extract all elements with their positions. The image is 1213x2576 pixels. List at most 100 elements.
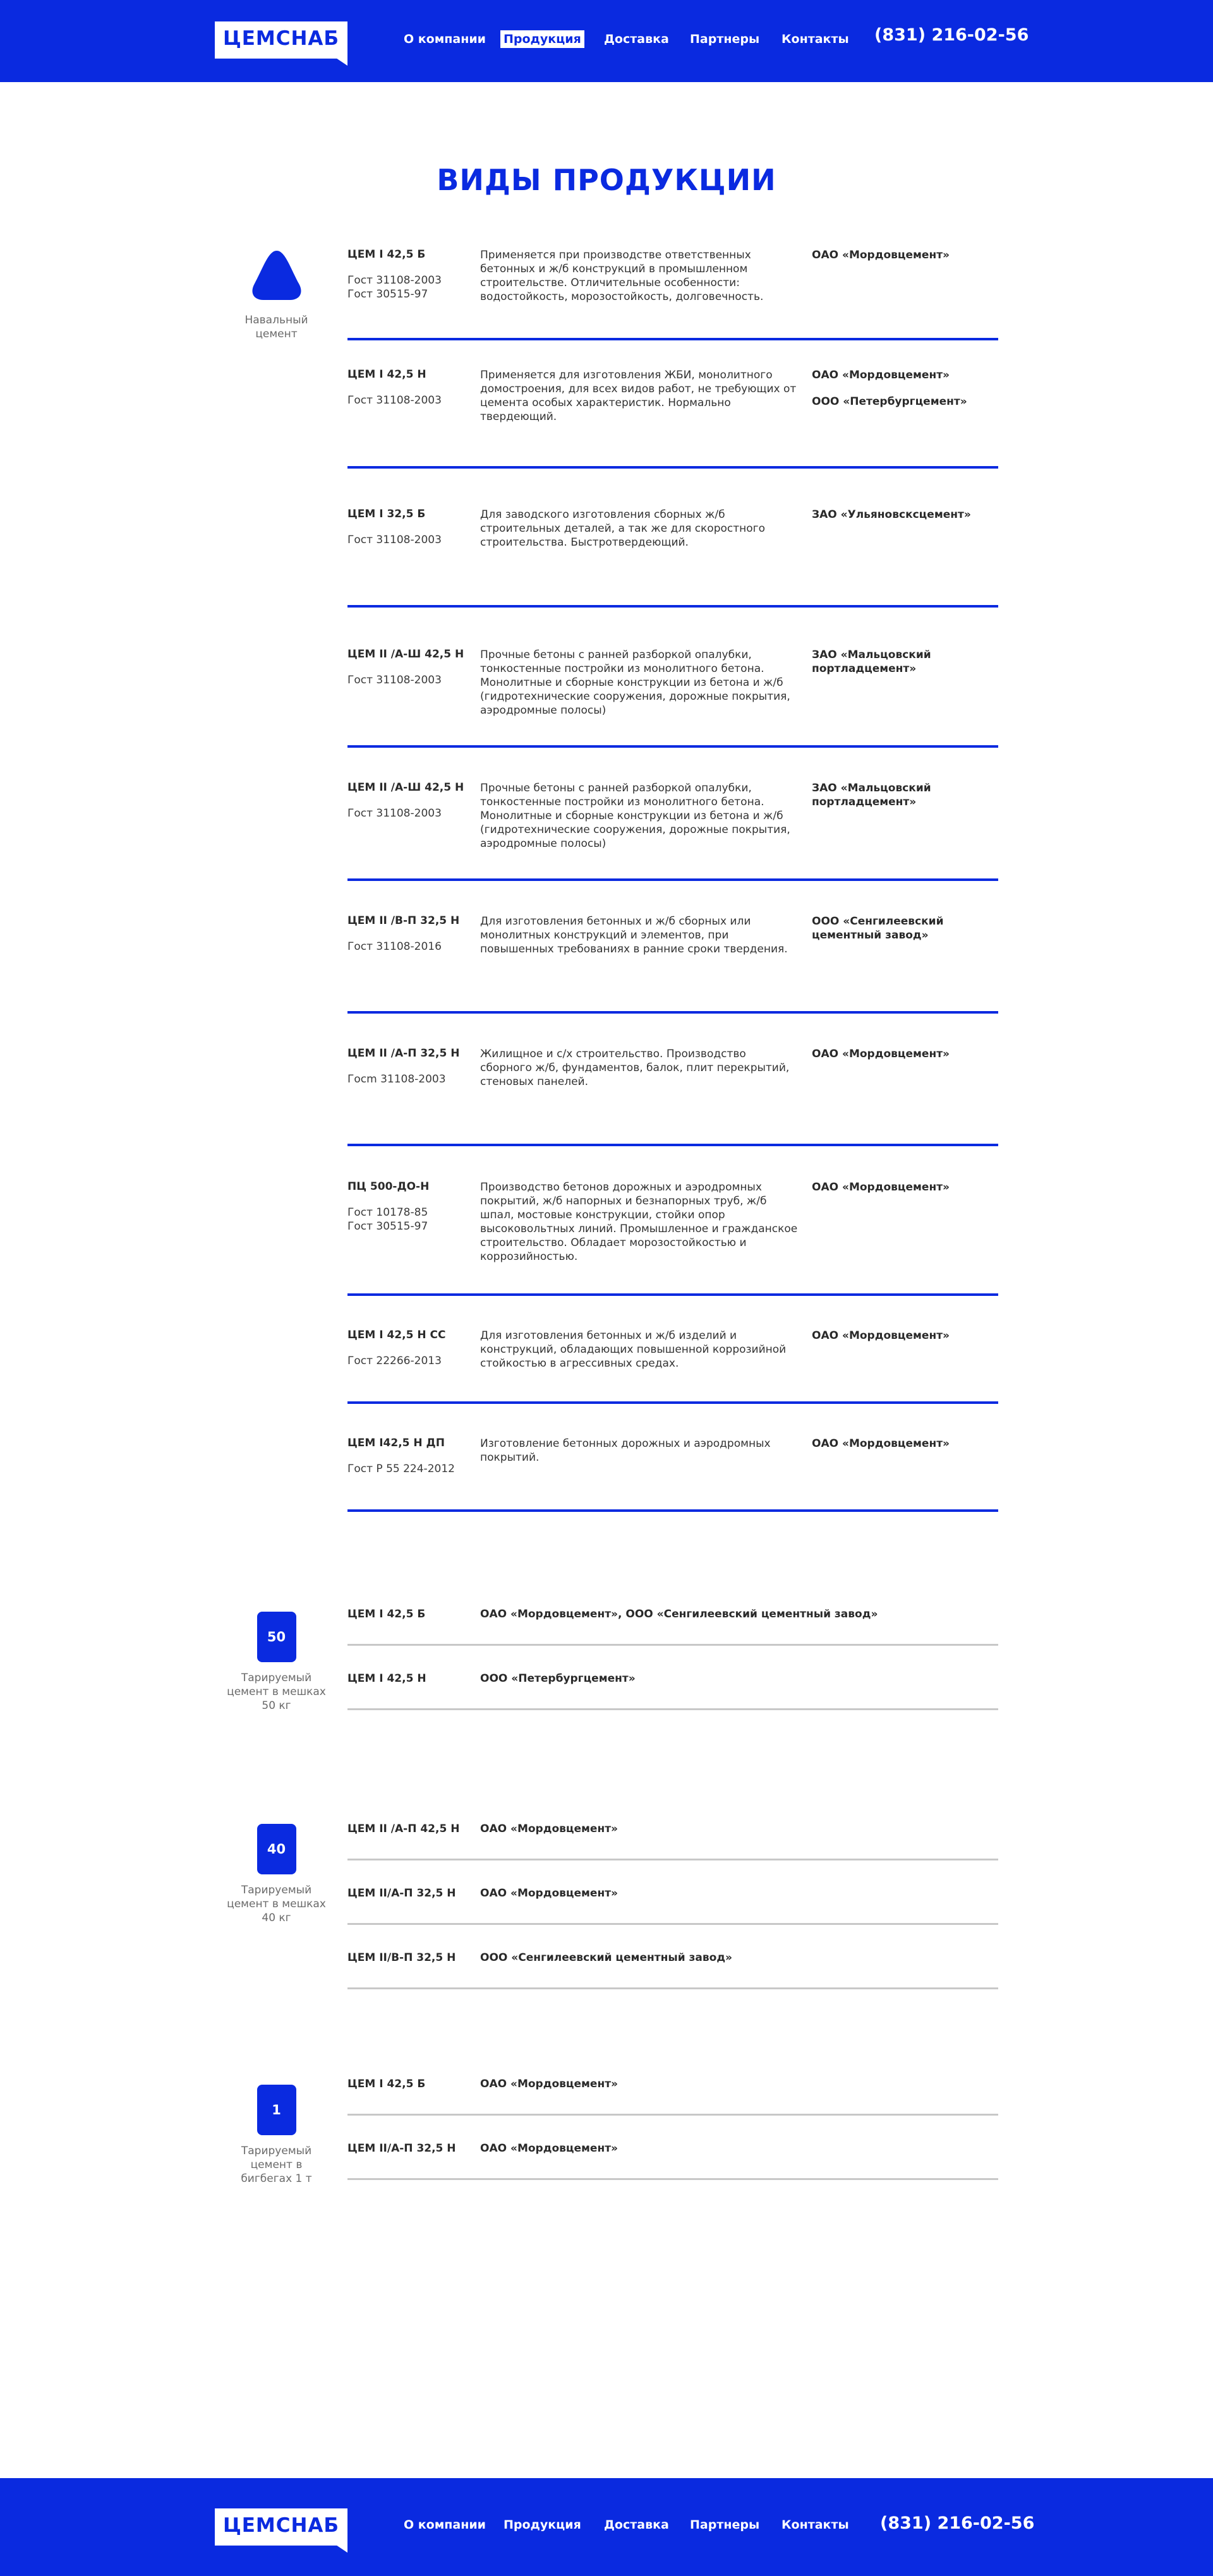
page-title: ВИДЫ ПРОДУКЦИИ bbox=[437, 163, 776, 197]
product-description: Жилищное и с/х строительство. Производст… bbox=[480, 1048, 790, 1088]
category-label: Тарируемый цемент в мешках 40 кг bbox=[227, 1884, 326, 1924]
footer-nav-item-contacts[interactable]: Контакты bbox=[778, 2516, 852, 2534]
logo[interactable]: ЦЕМСНАБ bbox=[215, 2508, 347, 2553]
row-divider bbox=[347, 1144, 998, 1146]
cement-pile-icon bbox=[251, 251, 301, 300]
product-name: ЦЕМ II /А-Ш 42,5 Н bbox=[347, 648, 464, 661]
footer-nav-item-delivery[interactable]: Доставка bbox=[601, 2516, 672, 2534]
footer-nav-item-partners[interactable]: Партнеры bbox=[687, 2516, 763, 2534]
product-description: Для изготовления бетонных и ж/б изделий … bbox=[480, 1329, 787, 1370]
product-manufacturer: ОАО «Мордовцемент» bbox=[812, 369, 950, 381]
badge-1t: 1 bbox=[256, 2085, 296, 2135]
product-name: ЦЕМ I 42,5 Н bbox=[347, 1672, 426, 1685]
packaged-row: ЦЕМ I 42,5 Б ОАО «Мордовцемент» bbox=[347, 2078, 998, 2141]
product-manufacturer: ОАО «Мордовцемент» bbox=[480, 1887, 619, 1900]
product-manufacturer: ООО «Сенгилеевский цементный завод» bbox=[812, 915, 944, 942]
footer-nav-item-about[interactable]: О компании bbox=[401, 2516, 489, 2534]
row-divider bbox=[347, 1509, 998, 1512]
row-divider bbox=[347, 878, 998, 881]
nav-item-about[interactable]: О компании bbox=[401, 30, 489, 48]
row-divider bbox=[347, 1987, 998, 1989]
product-manufacturer: ЗАО «Мальцовский портладцемент» bbox=[812, 782, 931, 808]
product-name: ЦЕМ II /В-П 32,5 Н bbox=[347, 914, 460, 927]
product-description: Применяется для изготовления ЖБИ, моноли… bbox=[480, 369, 797, 423]
product-name: ЦЕМ II /А-П 42,5 Н bbox=[347, 1823, 460, 1835]
category-bags-40: 40 Тарируемый цемент в мешках 40 кг bbox=[224, 1824, 329, 1925]
row-divider bbox=[347, 1011, 998, 1014]
product-name: ЦЕМ I42,5 Н ДП bbox=[347, 1437, 445, 1449]
product-manufacturer: ООО «Петербургцемент» bbox=[480, 1672, 636, 1685]
phone-link[interactable]: (831) 216-02-56 bbox=[874, 25, 1029, 45]
product-description: Прочные бетоны с ранней разборкой опалуб… bbox=[480, 782, 790, 850]
product-standard: Гост 10178-85 Гост 30515-97 bbox=[347, 1206, 428, 1233]
footer-nav-item-products[interactable]: Продукция bbox=[500, 2516, 584, 2534]
product-standard: Гост 31108-2003 bbox=[347, 807, 442, 820]
row-divider bbox=[347, 1401, 998, 1404]
product-standard: Гост 31108-2003 Гост 30515-97 bbox=[347, 274, 442, 301]
category-label: Тарируемый цемент в бигбегах 1 т bbox=[241, 2145, 312, 2185]
row-divider bbox=[347, 2114, 998, 2116]
category-label: Тарируемый цемент в мешках 50 кг bbox=[227, 1672, 326, 1712]
product-manufacturer: ОАО «Мордовцемент» bbox=[812, 1181, 950, 1194]
product-name: ЦЕМ I 42,5 Н bbox=[347, 368, 426, 381]
product-standard: Гост 22266-2013 bbox=[347, 1355, 442, 1367]
category-label: Навальный цемент bbox=[244, 314, 308, 340]
footer-phone-link[interactable]: (831) 216-02-56 bbox=[880, 2513, 1034, 2533]
product-manufacturer: ОАО «Мордовцемент» bbox=[812, 1437, 950, 1450]
product-manufacturer: ООО «Петербургцемент» bbox=[812, 395, 967, 408]
site-header: ЦЕМСНАБ О компании Продукция Доставка Па… bbox=[0, 0, 1213, 82]
packaged-row: ЦЕМ II/А-П 32,5 Н ОАО «Мордовцемент» bbox=[347, 2142, 998, 2205]
product-description: Для заводского изготовления сборных ж/б … bbox=[480, 508, 765, 549]
row-divider bbox=[347, 338, 998, 340]
product-name: ЦЕМ I 42,5 Б bbox=[347, 248, 426, 261]
product-standard: Гост 31108-2016 bbox=[347, 940, 442, 953]
packaged-row: ЦЕМ I 42,5 Н ООО «Петербургцемент» bbox=[347, 1672, 998, 1735]
product-description: Применяется при производстве ответственн… bbox=[480, 249, 764, 303]
product-manufacturer: ОАО «Мордовцемент» bbox=[812, 1329, 950, 1342]
product-manufacturer: ОАО «Мордовцемент» bbox=[480, 1823, 619, 1835]
product-description: Изготовление бетонных дорожных и аэродро… bbox=[480, 1437, 771, 1464]
product-name: ЦЕМ I 42,5 Н СС bbox=[347, 1329, 446, 1341]
product-name: ЦЕМ I 42,5 Б bbox=[347, 2078, 426, 2090]
row-divider bbox=[347, 1293, 998, 1296]
product-name: ЦЕМ II/А-П 32,5 Н bbox=[347, 2142, 456, 2155]
category-bags-50: 50 Тарируемый цемент в мешках 50 кг bbox=[224, 1612, 329, 1713]
nav-item-partners[interactable]: Партнеры bbox=[687, 30, 763, 48]
product-description: Прочные бетоны с ранней разборкой опалуб… bbox=[480, 649, 790, 717]
logo-text: ЦЕМСНАБ bbox=[222, 2514, 340, 2537]
product-name: ПЦ 500-ДО-Н bbox=[347, 1180, 430, 1193]
product-name: ЦЕМ I 32,5 Б bbox=[347, 508, 426, 520]
product-manufacturer: ОАО «Мордовцемент» bbox=[480, 2142, 619, 2155]
product-name: ЦЕМ II /А-П 32,5 Н bbox=[347, 1047, 460, 1060]
product-standard: Гост Р 55 224-2012 bbox=[347, 1463, 455, 1475]
product-name: ЦЕМ II /А-Ш 42,5 Н bbox=[347, 781, 464, 794]
nav-item-products[interactable]: Продукция bbox=[500, 30, 584, 48]
row-divider bbox=[347, 1859, 998, 1860]
nav-item-delivery[interactable]: Доставка bbox=[601, 30, 672, 48]
category-bulk: Навальный цемент bbox=[224, 249, 329, 341]
packaged-row: ЦЕМ II/А-П 32,5 Н ОАО «Мордовцемент» bbox=[347, 1887, 998, 1950]
product-standard: Гост 31108-2003 bbox=[347, 394, 442, 407]
logo[interactable]: ЦЕМСНАБ bbox=[215, 21, 347, 66]
product-standard: Госm 31108-2003 bbox=[347, 1073, 446, 1086]
badge-50kg: 50 bbox=[256, 1612, 296, 1662]
row-divider bbox=[347, 1708, 998, 1710]
product-standard: Гост 31108-2003 bbox=[347, 674, 442, 686]
product-manufacturer: ОАО «Мордовцемент» bbox=[812, 1048, 950, 1060]
row-divider bbox=[347, 1923, 998, 1925]
product-description: Производство бетонов дорожных и аэродром… bbox=[480, 1181, 798, 1263]
product-standard: Гост 31108-2003 bbox=[347, 534, 442, 546]
packaged-row: ЦЕМ II/В-П 32,5 Н ООО «Сенгилеевский цеме… bbox=[347, 1951, 998, 2015]
product-manufacturer: ОАО «Мордовцемент» bbox=[812, 249, 950, 261]
packaged-row: ЦЕМ I 42,5 Б ОАО «Мордовцемент», ООО «Сен… bbox=[347, 1608, 998, 1671]
product-manufacturer: ЗАО «Ульяновсксцемент» bbox=[812, 508, 971, 521]
product-name: ЦЕМ II/В-П 32,5 Н bbox=[347, 1951, 456, 1964]
product-name: ЦЕМ II/А-П 32,5 Н bbox=[347, 1887, 456, 1900]
nav-item-contacts[interactable]: Контакты bbox=[778, 30, 852, 48]
row-divider bbox=[347, 2178, 998, 2180]
product-manufacturer: ООО «Сенгилеевский цементный завод» bbox=[480, 1951, 733, 1964]
row-divider bbox=[347, 1644, 998, 1646]
site-footer: ЦЕМСНАБ О компании Продукция Доставка Па… bbox=[0, 2478, 1213, 2576]
product-manufacturer: ОАО «Мордовцемент», ООО «Сенгилеевский ц… bbox=[480, 1608, 878, 1620]
product-manufacturer: ОАО «Мордовцемент» bbox=[480, 2078, 619, 2090]
